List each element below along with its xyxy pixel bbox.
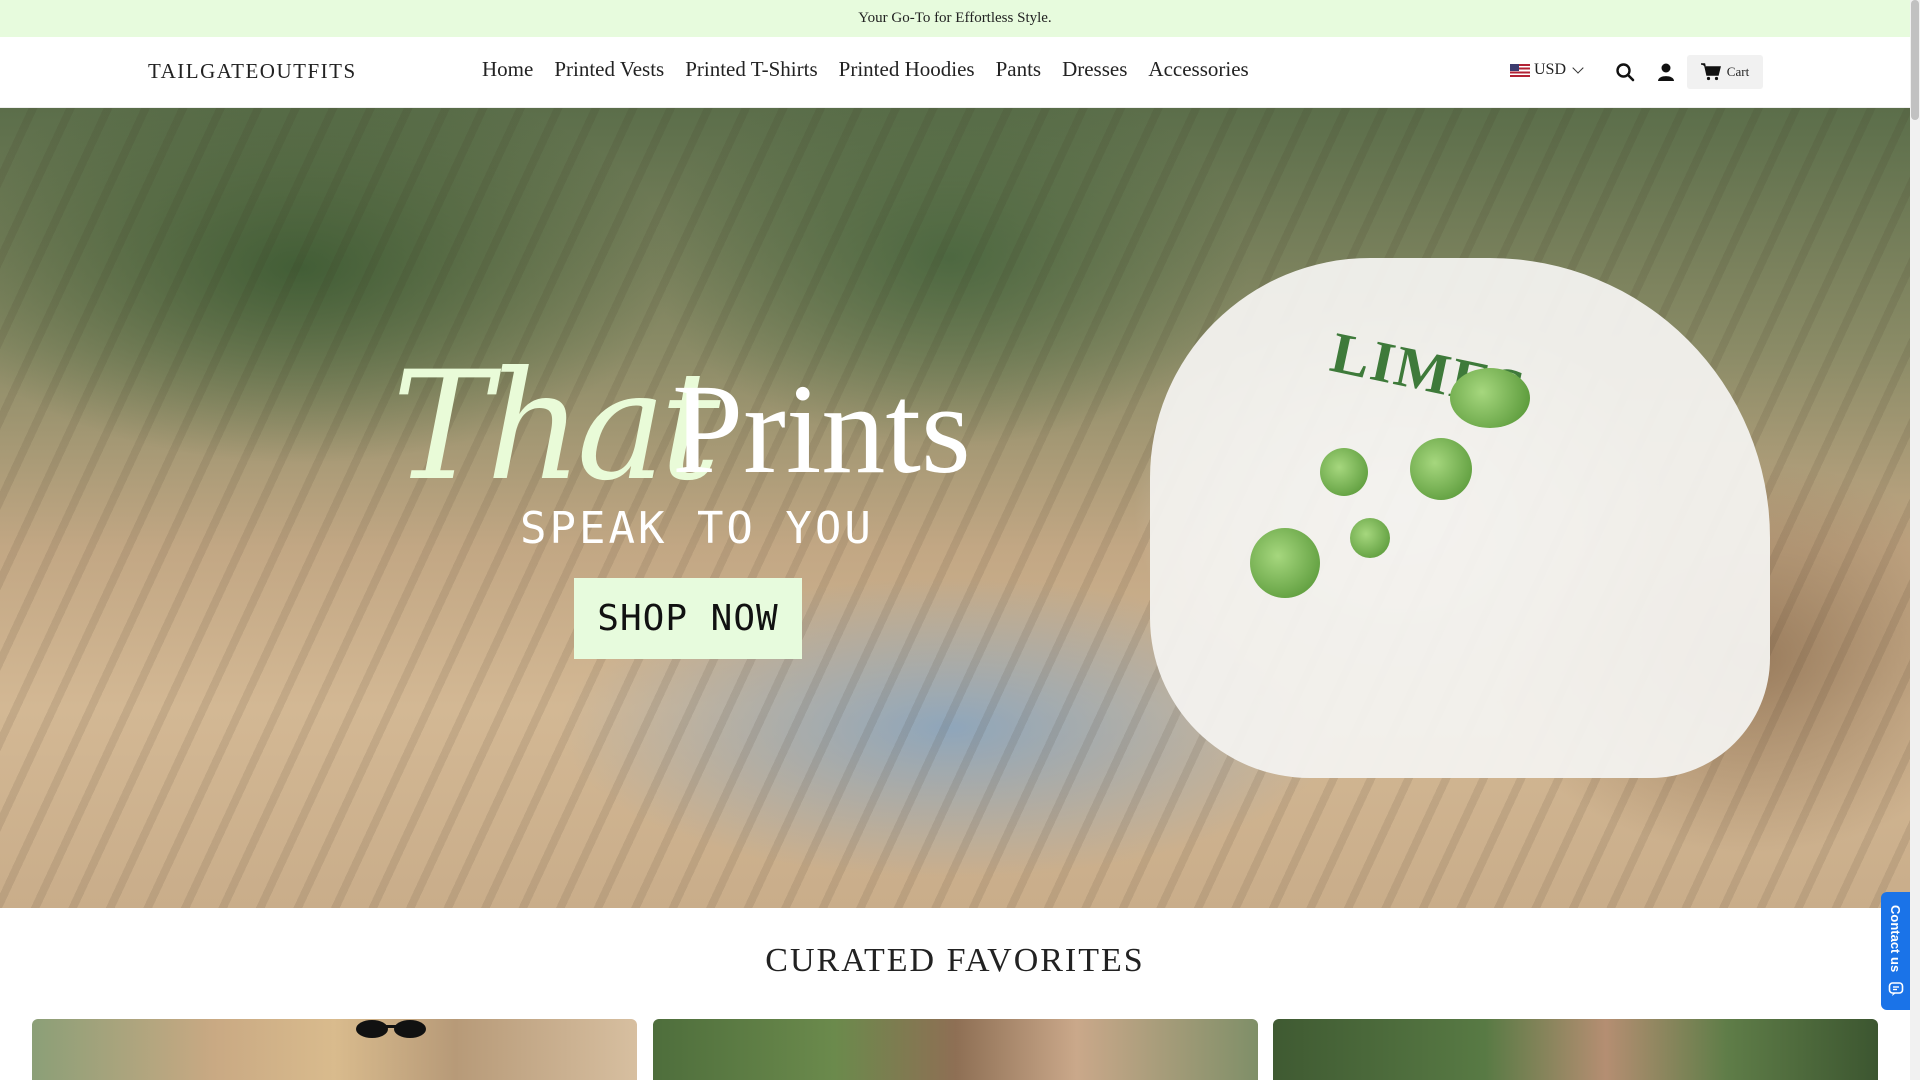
currency-selector[interactable]: USD xyxy=(1510,61,1584,79)
hero-banner: LIMES That Prints SPEAK TO YOU SHOP NOW xyxy=(0,108,1910,908)
currency-label: USD xyxy=(1534,61,1567,78)
site-header: TAILGATEOUTFITS Home Printed Vests Print… xyxy=(0,37,1910,108)
search-icon xyxy=(1616,63,1635,82)
cart-button[interactable]: Cart xyxy=(1687,55,1763,89)
contact-us-label: Contact us xyxy=(1888,905,1903,973)
nav-printed-vests[interactable]: Printed Vests xyxy=(554,57,664,82)
nav-dresses[interactable]: Dresses xyxy=(1062,57,1127,82)
lime-graphic xyxy=(1450,368,1530,428)
main-nav: Home Printed Vests Printed T-Shirts Prin… xyxy=(482,57,1270,82)
lime-graphic xyxy=(1320,448,1368,496)
announcement-bar: Your Go-To for Effortless Style. xyxy=(0,0,1910,37)
hero-subtitle: SPEAK TO YOU xyxy=(520,503,874,554)
hero-title: Prints xyxy=(672,358,971,500)
product-card[interactable] xyxy=(1273,1019,1878,1080)
us-flag-icon xyxy=(1510,63,1530,77)
nav-accessories[interactable]: Accessories xyxy=(1148,57,1248,82)
cart-label: Cart xyxy=(1726,64,1750,79)
lime-graphic xyxy=(1350,518,1390,558)
account-button[interactable] xyxy=(1653,59,1679,85)
nav-printed-t-shirts[interactable]: Printed T-Shirts xyxy=(685,57,817,82)
search-button[interactable] xyxy=(1612,59,1638,85)
hero-title-script: That xyxy=(392,340,720,514)
cart-icon xyxy=(1700,63,1721,81)
account-icon xyxy=(1658,63,1674,81)
product-card[interactable] xyxy=(32,1019,637,1080)
lime-graphic xyxy=(1250,528,1320,598)
shop-now-button[interactable]: SHOP NOW xyxy=(574,578,802,659)
product-card[interactable] xyxy=(653,1019,1258,1080)
curated-favorites-title: CURATED FAVORITES xyxy=(765,942,1145,979)
page-scrollbar[interactable] xyxy=(1910,0,1920,1080)
nav-home[interactable]: Home xyxy=(482,57,533,82)
hero-shirt-image xyxy=(1150,258,1770,778)
site-logo[interactable]: TAILGATEOUTFITS xyxy=(148,59,357,84)
nav-pants[interactable]: Pants xyxy=(996,57,1042,82)
sunglasses-graphic xyxy=(356,1020,426,1038)
chevron-down-icon xyxy=(1572,62,1584,74)
contact-us-tab[interactable]: Contact us xyxy=(1881,892,1910,1010)
announcement-text: Your Go-To for Effortless Style. xyxy=(858,10,1052,26)
chat-icon xyxy=(1888,981,1903,996)
scrollbar-thumb[interactable] xyxy=(1911,0,1919,120)
nav-printed-hoodies[interactable]: Printed Hoodies xyxy=(839,57,975,82)
lime-graphic xyxy=(1410,438,1472,500)
